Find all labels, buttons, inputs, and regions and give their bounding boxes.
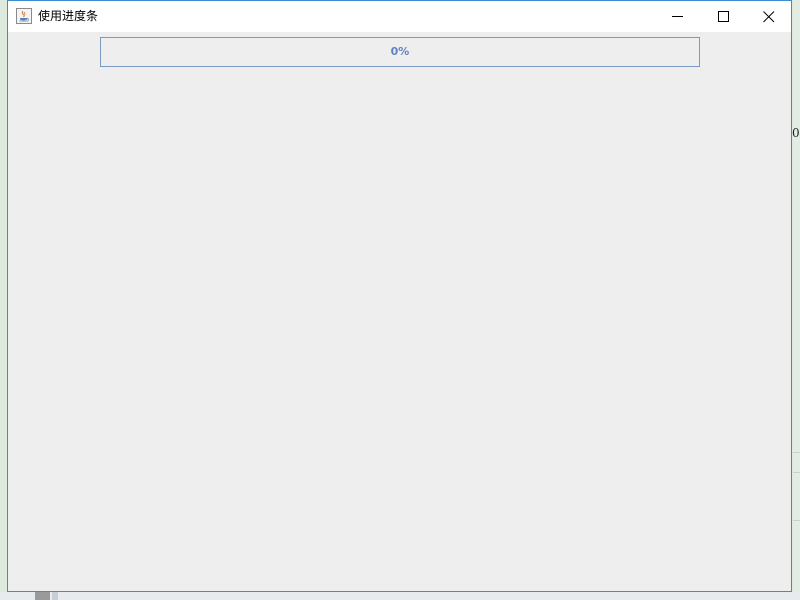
maximize-icon: [718, 11, 729, 22]
background-app-strip: [793, 0, 800, 600]
minimize-icon: [672, 16, 683, 17]
minimize-button[interactable]: [655, 1, 701, 32]
window-title: 使用进度条: [38, 9, 99, 23]
background-divider: [793, 472, 800, 473]
close-icon: [763, 11, 775, 23]
background-block: [52, 592, 58, 600]
close-button[interactable]: [746, 1, 792, 32]
java-cup-icon[interactable]: [16, 8, 32, 24]
maximize-button[interactable]: [701, 1, 747, 32]
app-window: 使用进度条 0%: [7, 0, 792, 592]
progress-bar: 0%: [100, 37, 700, 67]
background-taskbar-strip: [0, 592, 800, 600]
background-divider: [793, 452, 800, 453]
background-block: [35, 592, 50, 600]
title-bar[interactable]: 使用进度条: [8, 1, 791, 32]
background-fragment-text: 0,: [792, 126, 800, 140]
background-divider: [793, 520, 800, 521]
content-panel: 0%: [8, 32, 791, 591]
progress-text: 0%: [390, 45, 410, 58]
